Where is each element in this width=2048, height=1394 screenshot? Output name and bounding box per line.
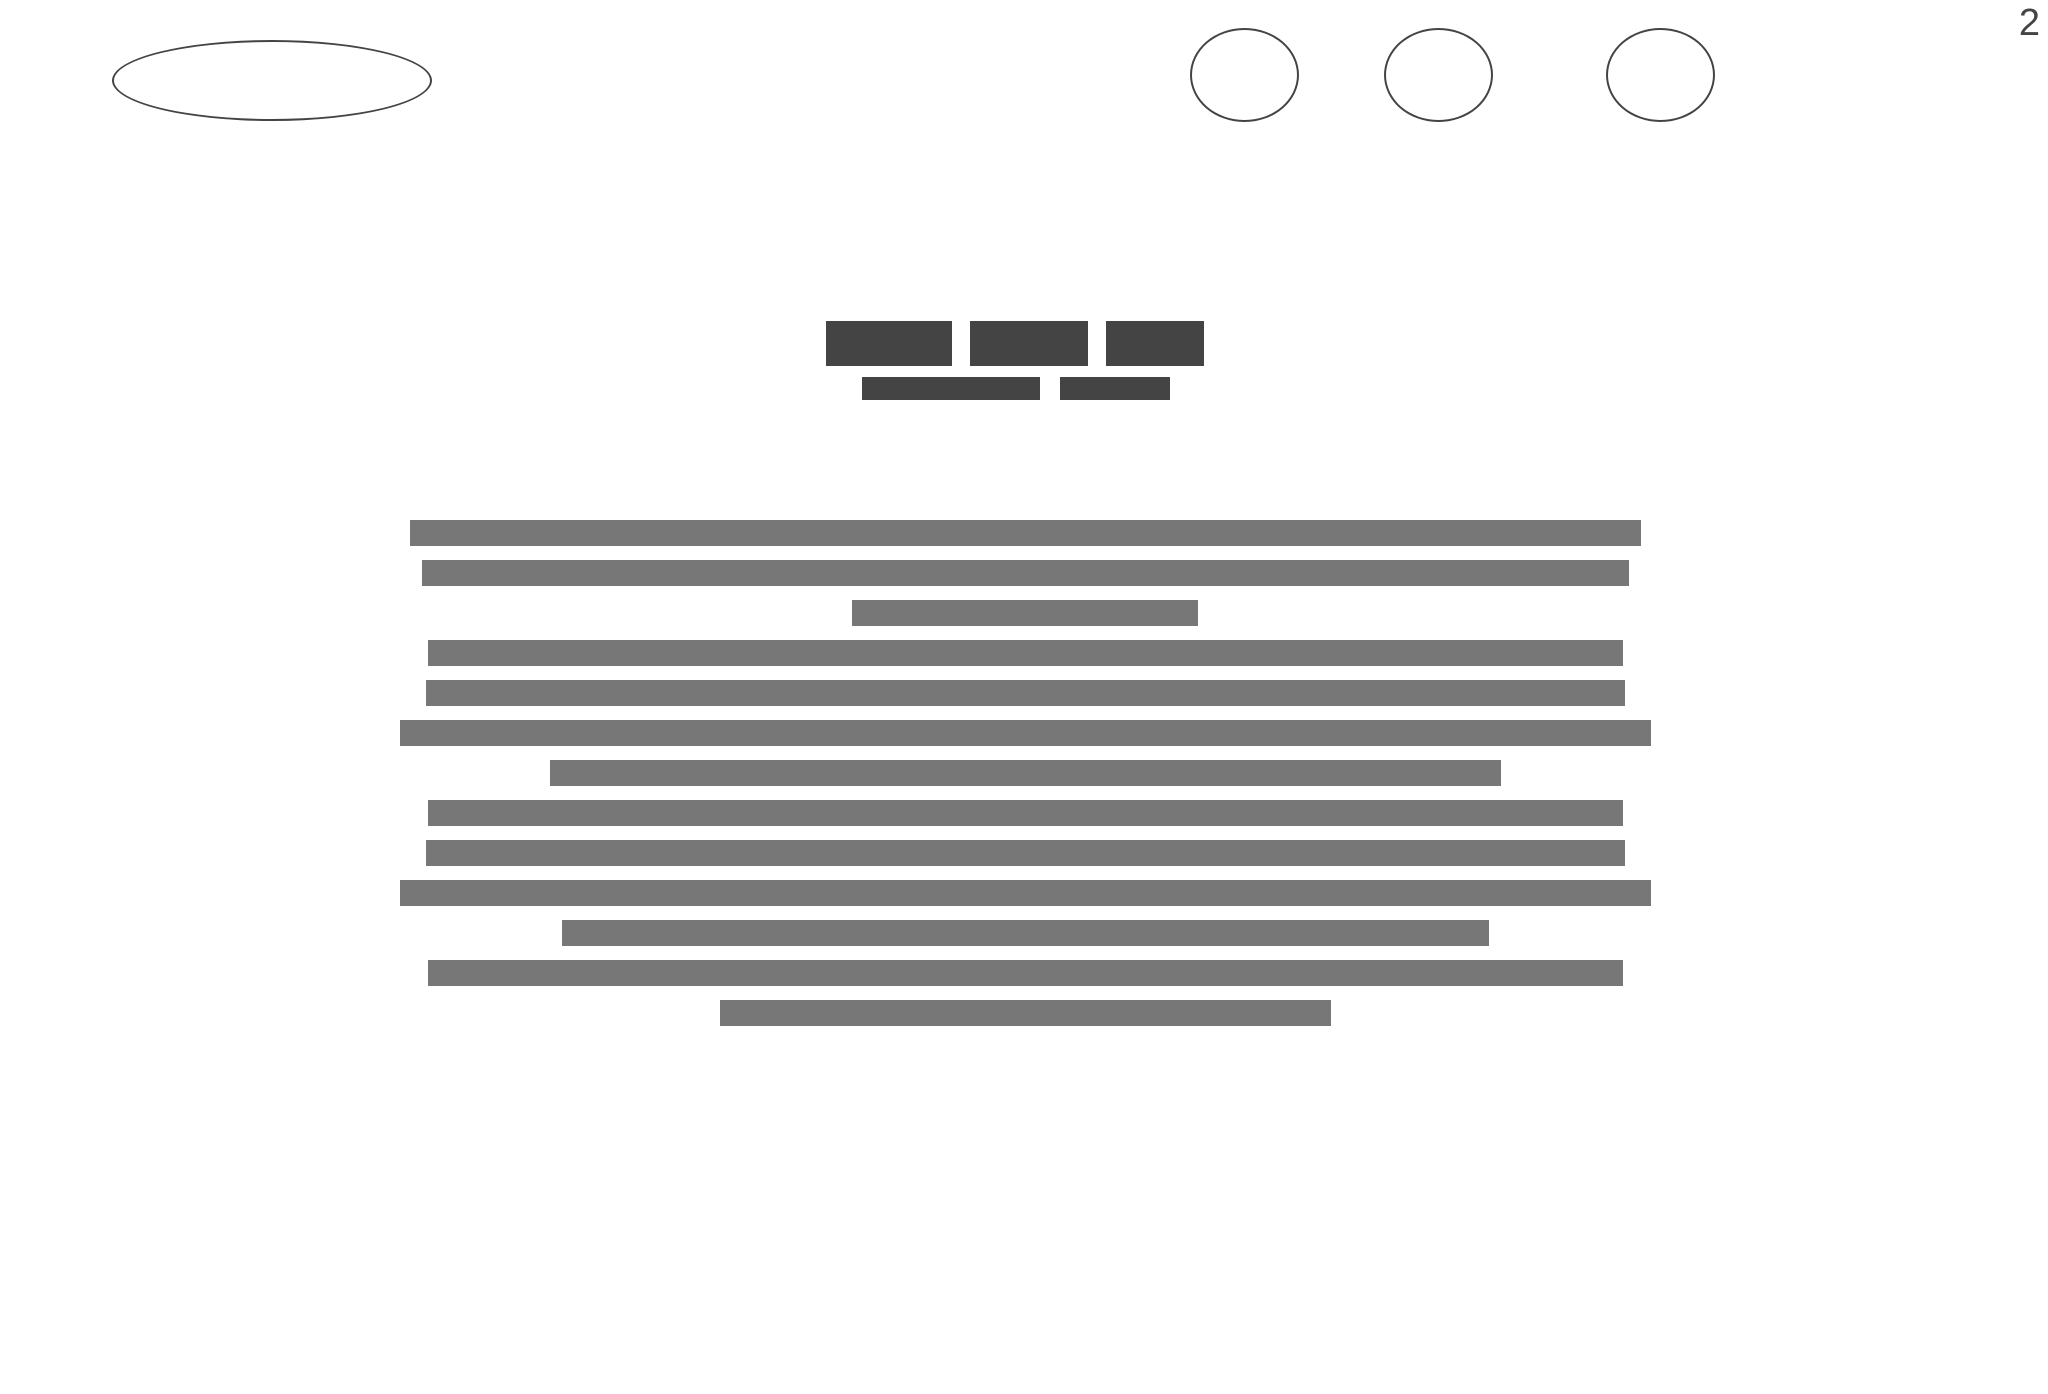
nav-circle-2[interactable] [1384, 28, 1493, 122]
title-block [970, 321, 1088, 366]
logo-placeholder[interactable] [112, 40, 432, 121]
text-line [550, 760, 1501, 786]
text-line [400, 720, 1651, 746]
subtitle-block [862, 377, 1040, 400]
text-line [426, 680, 1625, 706]
text-line [720, 1000, 1331, 1026]
title-block [1106, 321, 1204, 366]
text-line [428, 800, 1623, 826]
text-line [426, 840, 1625, 866]
page-number: 2 [2018, 2, 2040, 44]
text-line [428, 960, 1623, 986]
text-line [400, 880, 1651, 906]
text-line [562, 920, 1489, 946]
text-line [410, 520, 1641, 546]
text-line [428, 640, 1623, 666]
text-line [422, 560, 1629, 586]
text-line [852, 600, 1198, 626]
subtitle-block [1060, 377, 1170, 400]
title-block [826, 321, 952, 366]
nav-circle-1[interactable] [1190, 28, 1299, 122]
nav-circle-3[interactable] [1606, 28, 1715, 122]
